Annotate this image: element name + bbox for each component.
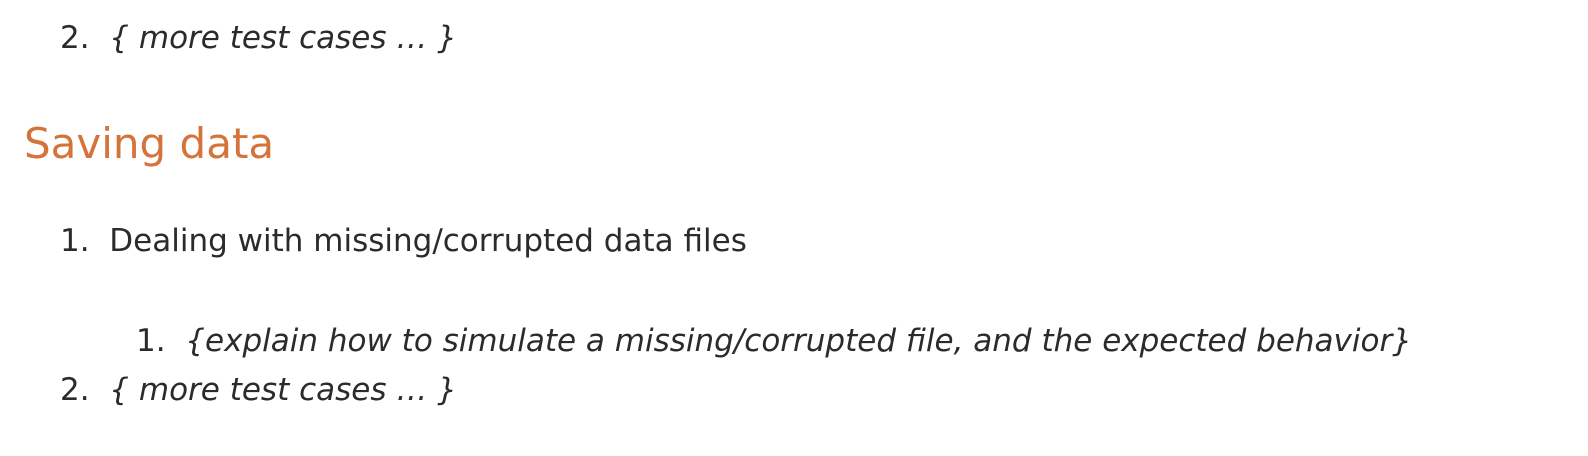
list-item: 2. { more test cases … } (60, 370, 457, 410)
list-item: 1. Dealing with missing/corrupted data f… (60, 221, 747, 261)
list-item-text: Dealing with missing/corrupted data file… (109, 223, 747, 259)
list-item: 2. { more test cases … } (60, 18, 457, 58)
list-item-text: { more test cases … } (109, 20, 457, 56)
nested-list-item: 1. {explain how to simulate a missing/co… (136, 321, 1412, 361)
list-item-number: 1. (60, 223, 100, 259)
list-item-text: { more test cases … } (109, 372, 457, 408)
nested-list-item-number: 1. (136, 323, 176, 359)
section-heading: Saving data (24, 119, 275, 168)
list-item-number: 2. (60, 372, 100, 408)
list-item-number: 2. (60, 20, 100, 56)
nested-list-item-text: {explain how to simulate a missing/corru… (185, 323, 1412, 359)
